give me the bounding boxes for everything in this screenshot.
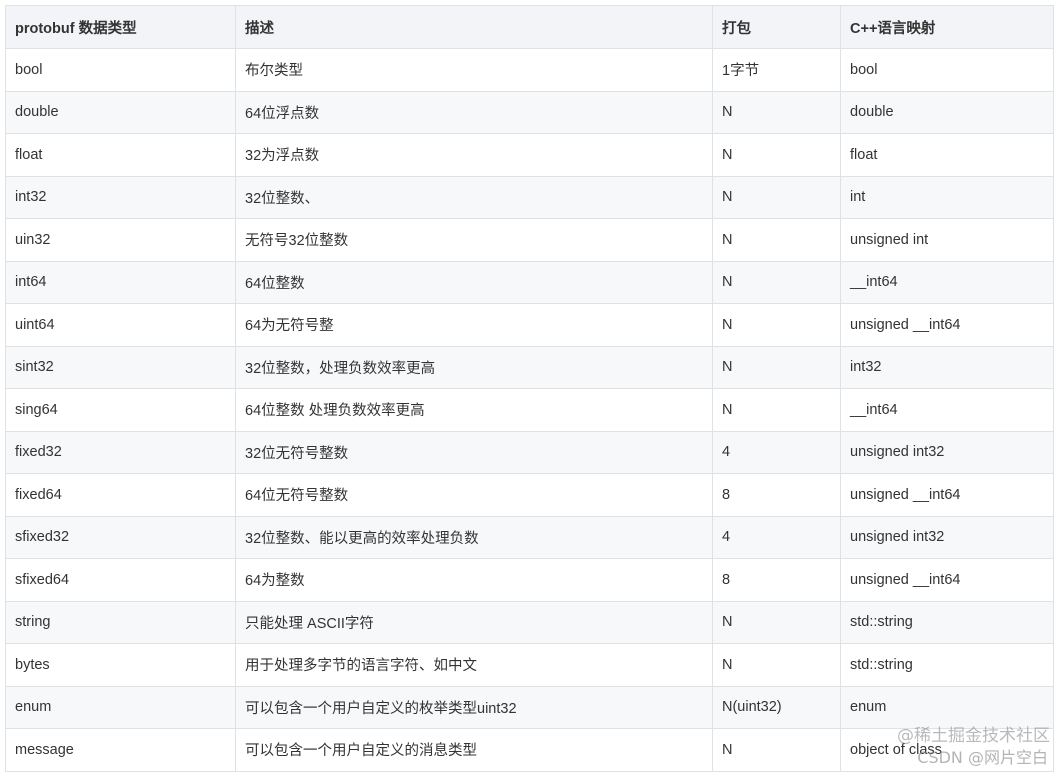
cell-cpp-mapping: bool	[840, 48, 1054, 92]
cell-description: 布尔类型	[235, 48, 713, 92]
table-row: uin32 无符号32位整数 N unsigned int	[5, 218, 1054, 262]
cell-description: 64位浮点数	[235, 90, 713, 134]
protobuf-type-table: protobuf 数据类型 描述 打包 C++语言映射 bool 布尔类型 1字…	[5, 5, 1054, 772]
cell-description: 64为整数	[235, 558, 713, 602]
cell-packed: N	[712, 728, 841, 772]
cell-cpp-mapping: std::string	[840, 600, 1054, 644]
table-row: bytes 用于处理多字节的语言字符、如中文 N std::string	[5, 643, 1054, 687]
cell-packed: N(uint32)	[712, 685, 841, 729]
cell-description: 可以包含一个用户自定义的消息类型	[235, 728, 713, 772]
cell-description: 64位整数 处理负数效率更高	[235, 388, 713, 432]
table-row: string 只能处理 ASCII字符 N std::string	[5, 600, 1054, 644]
cell-cpp-mapping: __int64	[840, 260, 1054, 304]
cell-type: sfixed64	[5, 558, 236, 602]
cell-packed: N	[712, 260, 841, 304]
table-header-row: protobuf 数据类型 描述 打包 C++语言映射	[5, 5, 1054, 49]
cell-cpp-mapping: float	[840, 133, 1054, 177]
cell-description: 64位无符号整数	[235, 473, 713, 517]
table-row: bool 布尔类型 1字节 bool	[5, 48, 1054, 92]
cell-packed: N	[712, 303, 841, 347]
cell-cpp-mapping: unsigned __int64	[840, 558, 1054, 602]
cell-type: uin32	[5, 218, 236, 262]
table-row: float 32为浮点数 N float	[5, 133, 1054, 177]
cell-packed: N	[712, 175, 841, 219]
cell-description: 64为无符号整	[235, 303, 713, 347]
cell-type: float	[5, 133, 236, 177]
cell-packed: 1字节	[712, 48, 841, 92]
cell-packed: N	[712, 345, 841, 389]
table-row: int64 64位整数 N __int64	[5, 260, 1054, 304]
cell-description: 64位整数	[235, 260, 713, 304]
cell-packed: N	[712, 643, 841, 687]
table-row: sing64 64位整数 处理负数效率更高 N __int64	[5, 388, 1054, 432]
table-row: sint32 32位整数，处理负数效率更高 N int32	[5, 345, 1054, 389]
cell-cpp-mapping: __int64	[840, 388, 1054, 432]
cell-packed: 8	[712, 473, 841, 517]
table-row: double 64位浮点数 N double	[5, 90, 1054, 134]
table-row: fixed32 32位无符号整数 4 unsigned int32	[5, 430, 1054, 474]
table-row: uint64 64为无符号整 N unsigned __int64	[5, 303, 1054, 347]
cell-packed: 8	[712, 558, 841, 602]
cell-cpp-mapping: double	[840, 90, 1054, 134]
cell-packed: 4	[712, 515, 841, 559]
cell-description: 用于处理多字节的语言字符、如中文	[235, 643, 713, 687]
cell-packed: N	[712, 600, 841, 644]
cell-type: bytes	[5, 643, 236, 687]
cell-packed: N	[712, 388, 841, 432]
cell-type: fixed32	[5, 430, 236, 474]
cell-type: enum	[5, 685, 236, 729]
header-packed: 打包	[712, 5, 841, 49]
cell-type: fixed64	[5, 473, 236, 517]
cell-type: uint64	[5, 303, 236, 347]
cell-cpp-mapping: unsigned int32	[840, 430, 1054, 474]
cell-type: double	[5, 90, 236, 134]
cell-description: 可以包含一个用户自定义的枚举类型uint32	[235, 685, 713, 729]
header-description: 描述	[235, 5, 713, 49]
cell-type: bool	[5, 48, 236, 92]
juejin-watermark: @稀土掘金技术社区	[897, 726, 1050, 746]
table-row: sfixed32 32位整数、能以更高的效率处理负数 4 unsigned in…	[5, 515, 1054, 559]
cell-packed: 4	[712, 430, 841, 474]
cell-type: sing64	[5, 388, 236, 432]
cell-cpp-mapping: unsigned __int64	[840, 473, 1054, 517]
header-protobuf-type: protobuf 数据类型	[5, 5, 236, 49]
cell-cpp-mapping: int	[840, 175, 1054, 219]
cell-packed: N	[712, 218, 841, 262]
csdn-watermark: CSDN @网片空白	[917, 748, 1048, 767]
cell-description: 只能处理 ASCII字符	[235, 600, 713, 644]
table-row: int32 32位整数、 N int	[5, 175, 1054, 219]
cell-type: sint32	[5, 345, 236, 389]
cell-packed: N	[712, 90, 841, 134]
cell-description: 32为浮点数	[235, 133, 713, 177]
cell-cpp-mapping: std::string	[840, 643, 1054, 687]
cell-cpp-mapping: unsigned int	[840, 218, 1054, 262]
cell-cpp-mapping: unsigned __int64	[840, 303, 1054, 347]
cell-type: sfixed32	[5, 515, 236, 559]
cell-cpp-mapping: unsigned int32	[840, 515, 1054, 559]
cell-description: 32位整数、能以更高的效率处理负数	[235, 515, 713, 559]
cell-description: 32位整数，处理负数效率更高	[235, 345, 713, 389]
cell-type: message	[5, 728, 236, 772]
cell-type: int64	[5, 260, 236, 304]
cell-cpp-mapping: int32	[840, 345, 1054, 389]
header-cpp-mapping: C++语言映射	[840, 5, 1054, 49]
cell-packed: N	[712, 133, 841, 177]
cell-description: 无符号32位整数	[235, 218, 713, 262]
table-row: sfixed64 64为整数 8 unsigned __int64	[5, 558, 1054, 602]
cell-type: string	[5, 600, 236, 644]
cell-description: 32位整数、	[235, 175, 713, 219]
table-row: fixed64 64位无符号整数 8 unsigned __int64	[5, 473, 1054, 517]
cell-type: int32	[5, 175, 236, 219]
cell-description: 32位无符号整数	[235, 430, 713, 474]
